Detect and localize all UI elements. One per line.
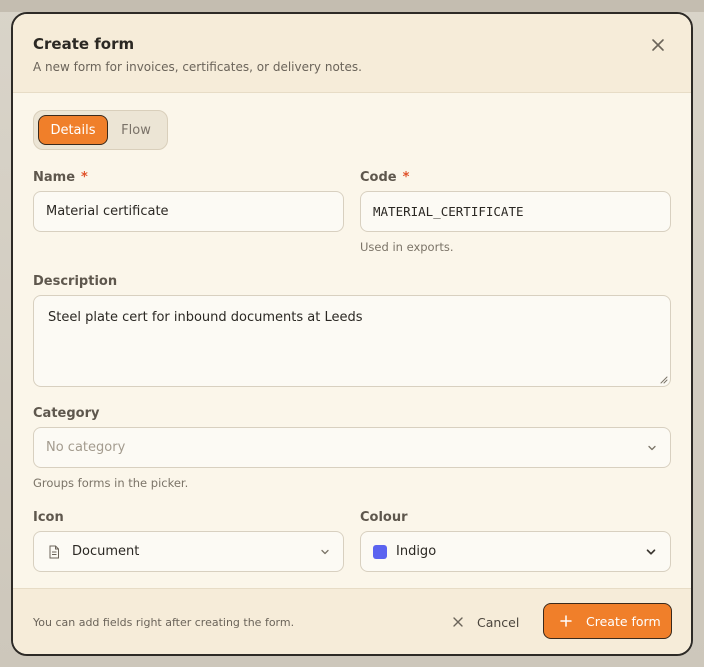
name-label: Name * xyxy=(33,170,88,185)
name-label-text: Name xyxy=(33,170,76,185)
resize-grip-icon[interactable] xyxy=(658,374,668,384)
create-form-label: Create form xyxy=(586,613,661,629)
code-required-mark: * xyxy=(402,170,410,185)
cancel-button[interactable]: Cancel xyxy=(451,609,527,635)
category-select[interactable]: No category xyxy=(33,427,671,468)
create-form-dialog: Create form A new form for invoices, cer… xyxy=(11,12,693,656)
close-button[interactable] xyxy=(649,36,667,54)
plus-icon xyxy=(560,615,572,627)
code-label-text: Code xyxy=(360,170,397,185)
category-placeholder: No category xyxy=(46,440,126,455)
dialog-header: Create form A new form for invoices, cer… xyxy=(13,14,691,93)
document-icon xyxy=(49,545,59,558)
name-required-mark: * xyxy=(81,170,88,185)
code-hint: Used in exports. xyxy=(360,240,454,254)
backdrop-toolbar xyxy=(0,0,704,12)
close-icon xyxy=(652,39,664,51)
dialog-footer: You can add fields right after creating … xyxy=(13,588,691,654)
footer-note: You can add fields right after creating … xyxy=(33,616,295,629)
tab-flow[interactable]: Flow xyxy=(114,115,158,145)
name-input-value: Material certificate xyxy=(46,204,169,219)
code-input-value: MATERIAL_CERTIFICATE xyxy=(373,204,524,219)
colour-select[interactable]: Indigo xyxy=(360,531,671,572)
colour-swatch xyxy=(373,544,387,559)
chevron-down-icon xyxy=(321,549,329,554)
icon-select[interactable]: Document xyxy=(33,531,344,572)
description-textarea[interactable]: Steel plate cert for inbound documents a… xyxy=(33,295,671,387)
icon-label: Icon xyxy=(33,510,64,525)
category-hint: Groups forms in the picker. xyxy=(33,476,189,490)
form-tabs: Details Flow xyxy=(33,110,168,150)
category-label: Category xyxy=(33,406,100,421)
dialog-subtitle: A new form for invoices, certificates, o… xyxy=(33,60,362,74)
code-label: Code * xyxy=(360,170,409,185)
icon-select-value: Document xyxy=(72,544,140,559)
description-label: Description xyxy=(33,274,118,289)
dialog-title: Create form xyxy=(33,35,135,53)
create-form-button[interactable]: Create form xyxy=(543,603,672,639)
cancel-label: Cancel xyxy=(477,614,520,630)
tab-details[interactable]: Details xyxy=(38,115,108,145)
colour-label: Colour xyxy=(360,510,408,525)
colour-select-value: Indigo xyxy=(396,544,437,559)
close-icon xyxy=(453,617,463,627)
chevron-down-icon xyxy=(646,548,656,555)
chevron-down-icon xyxy=(648,445,656,450)
description-value: Steel plate cert for inbound documents a… xyxy=(48,310,363,325)
code-input[interactable]: MATERIAL_CERTIFICATE xyxy=(360,191,671,232)
name-input[interactable]: Material certificate xyxy=(33,191,344,232)
